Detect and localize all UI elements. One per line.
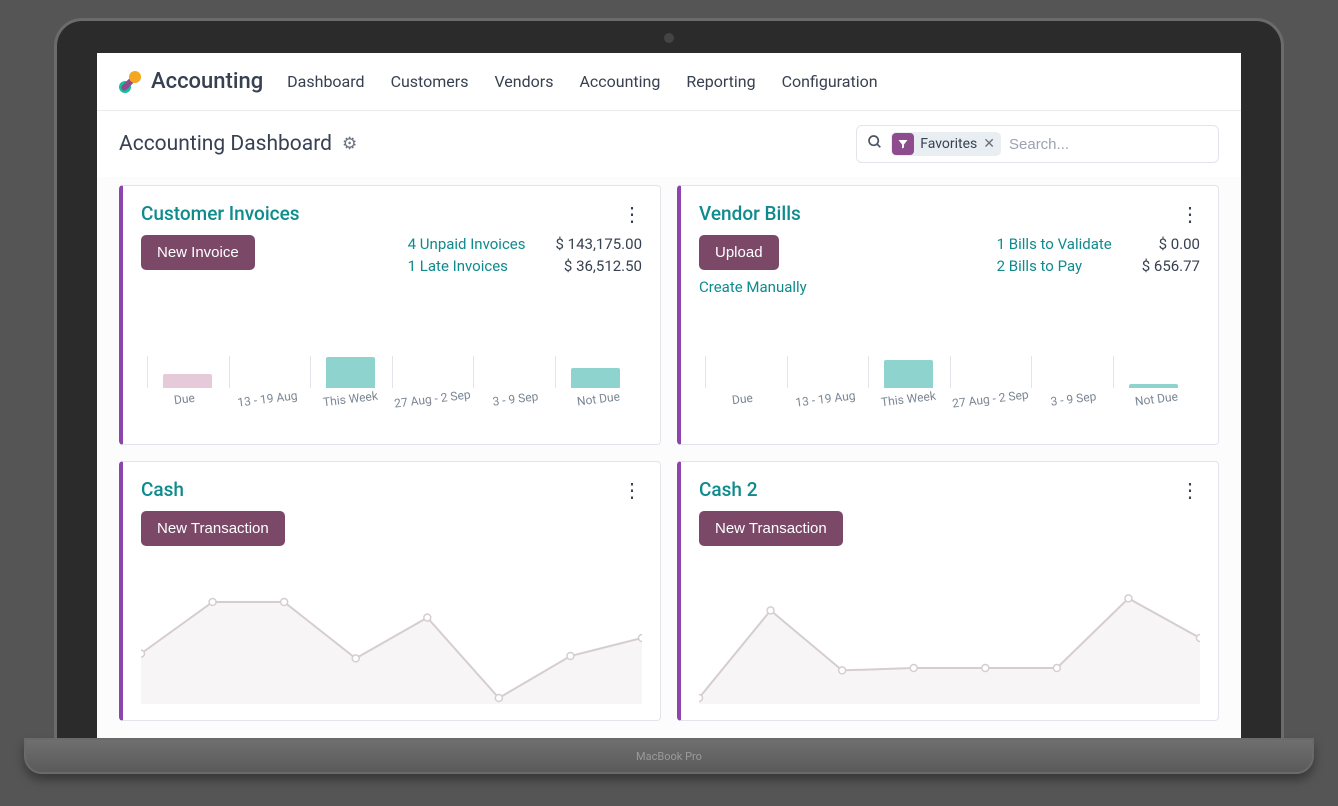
new-transaction-button[interactable]: New Transaction [141,511,285,546]
stat-value: $ 0.00 [1142,235,1200,253]
card-cash: Cash ⋮ New Transaction [119,461,661,721]
nav-configuration[interactable]: Configuration [782,72,878,91]
card-cash-2: Cash 2 ⋮ New Transaction [677,461,1219,721]
kebab-icon[interactable]: ⋮ [622,204,642,224]
nav-dashboard[interactable]: Dashboard [287,72,364,91]
upload-button[interactable]: Upload [699,235,779,270]
stat-value: $ 143,175.00 [556,235,643,253]
laptop-bezel: Accounting Dashboard Customers Vendors A… [54,18,1284,738]
search-icon [867,134,883,154]
nav-vendors[interactable]: Vendors [494,72,553,91]
stat-link[interactable]: 4 Unpaid Invoices [408,235,526,253]
bar-chart: Due13 - 19 AugThis Week27 Aug - 2 Sep3 -… [141,318,642,428]
card-title[interactable]: Customer Invoices [141,202,300,225]
brand-label: Accounting [151,69,263,94]
kebab-icon[interactable]: ⋮ [1180,480,1200,500]
filter-icon [892,133,914,155]
page-title: Accounting Dashboard [119,132,332,156]
nav-reporting[interactable]: Reporting [686,72,755,91]
new-invoice-button[interactable]: New Invoice [141,235,255,270]
card-customer-invoices: Customer Invoices ⋮ New Invoice 4 Unpaid… [119,185,661,445]
kebab-icon[interactable]: ⋮ [622,480,642,500]
gear-icon[interactable]: ⚙ [342,134,357,154]
laptop-label: MacBook Pro [636,750,702,763]
bar-chart: Due13 - 19 AugThis Week27 Aug - 2 Sep3 -… [699,318,1200,428]
search-input[interactable] [1009,136,1208,153]
logo-icon [119,71,141,93]
filter-chip-label: Favorites [920,136,977,152]
main-nav: Dashboard Customers Vendors Accounting R… [287,72,877,91]
new-transaction-button[interactable]: New Transaction [699,511,843,546]
stat-value: $ 36,512.50 [556,257,643,275]
stat-value: $ 656.77 [1142,257,1200,275]
card-title[interactable]: Cash 2 [699,478,758,501]
dashboard-grid: Customer Invoices ⋮ New Invoice 4 Unpaid… [97,177,1241,738]
filter-chip-favorites[interactable]: Favorites ✕ [891,132,1001,156]
nav-customers[interactable]: Customers [391,72,469,91]
app-screen: Accounting Dashboard Customers Vendors A… [97,53,1241,738]
search-bar[interactable]: Favorites ✕ [856,125,1219,163]
page-title-wrap: Accounting Dashboard ⚙ [119,132,357,156]
line-chart [699,584,1200,704]
card-title[interactable]: Vendor Bills [699,202,801,225]
laptop-frame: Accounting Dashboard Customers Vendors A… [54,18,1284,774]
close-icon[interactable]: ✕ [983,136,995,152]
stat-link[interactable]: 1 Bills to Validate [997,235,1112,253]
nav-accounting[interactable]: Accounting [579,72,660,91]
card-title[interactable]: Cash [141,478,184,501]
line-chart [141,584,642,704]
stat-link[interactable]: 1 Late Invoices [408,257,526,275]
topbar: Accounting Dashboard Customers Vendors A… [97,53,1241,111]
brand[interactable]: Accounting [119,69,263,94]
stat-link[interactable]: 2 Bills to Pay [997,257,1112,275]
laptop-base: MacBook Pro [24,738,1314,774]
create-manually-link[interactable]: Create Manually [699,278,807,296]
camera-dot [664,33,674,43]
kebab-icon[interactable]: ⋮ [1180,204,1200,224]
card-vendor-bills: Vendor Bills ⋮ Upload Create Manually 1 … [677,185,1219,445]
subbar: Accounting Dashboard ⚙ Favorites ✕ [97,111,1241,177]
